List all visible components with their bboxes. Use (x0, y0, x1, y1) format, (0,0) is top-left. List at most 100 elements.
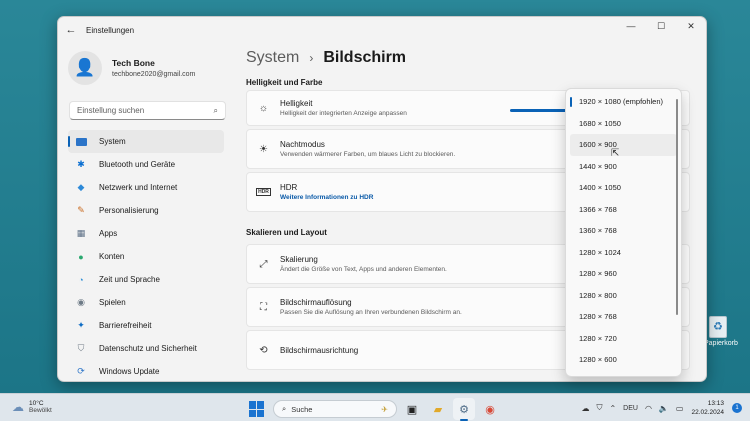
recycle-bin-icon: ♻ (709, 316, 727, 338)
sidebar-item-time-language[interactable]: ◔ Zeit und Sprache (68, 268, 224, 291)
sidebar-item-label: Datenschutz und Sicherheit (99, 344, 197, 353)
shield-icon: ⛉ (77, 343, 85, 353)
sun-icon: ☼ (258, 102, 269, 114)
orientation-icon: ⟲ (259, 344, 268, 356)
hdr-info-link[interactable]: Weitere Informationen zu HDR (280, 194, 373, 201)
card-brightness-subtitle: Helligkeit der integrierten Anzeige anpa… (280, 110, 407, 117)
resolution-option[interactable]: 1366 × 768 (570, 199, 677, 221)
profile-name: Tech Bone (112, 58, 155, 68)
card-hdr-title: HDR (280, 183, 298, 192)
sidebar-item-accounts[interactable]: ● Konten (68, 245, 224, 268)
window-controls: — ☐ ✕ (616, 17, 706, 35)
sidebar-item-accessibility[interactable]: ✦ Barrierefreiheit (68, 314, 224, 337)
mouse-cursor-icon: ⇱ (611, 148, 620, 159)
card-scaling-subtitle: Ändert die Größe von Text, Apps und ande… (280, 266, 447, 273)
night-light-icon: ☀ (259, 143, 268, 155)
resolution-option[interactable]: 1400 × 1050 (570, 177, 677, 199)
task-view-icon[interactable]: ▣ (401, 398, 423, 420)
notification-badge[interactable]: 1 (732, 403, 742, 413)
account-icon: ● (78, 251, 84, 262)
weather-desc: Bewölkt (29, 407, 52, 414)
maximize-button[interactable]: ☐ (646, 17, 676, 35)
language-indicator[interactable]: DEU (623, 405, 638, 412)
card-scaling-title: Skalierung (280, 255, 318, 264)
chevron-up-icon[interactable]: ⌃ (609, 404, 616, 413)
back-arrow-icon[interactable]: ← (58, 17, 84, 43)
bluetooth-icon: ✱ (77, 159, 85, 169)
taskbar: ☁ 10°C Bewölkt ⌕ Suche ✈ ▣ ▰ ⚙ ◉ ☁ ⛉ ⌃ D… (0, 393, 750, 421)
breadcrumb-parent[interactable]: System (246, 49, 299, 67)
chrome-icon[interactable]: ◉ (479, 398, 501, 420)
sidebar-item-apps[interactable]: ▦ Apps (68, 222, 224, 245)
onedrive-icon[interactable]: ☁ (581, 404, 589, 413)
sidebar: 👤 Tech Bone techbone2020@gmail.com Einst… (58, 43, 238, 381)
system-tray: ☁ ⛉ ⌃ DEU ◠ 🔈 ▭ 13:13 22.02.2024 1 (574, 399, 742, 417)
card-orientation-title: Bildschirmausrichtung (280, 345, 359, 355)
resolution-option[interactable]: 1360 × 768 (570, 220, 677, 242)
sidebar-item-gaming[interactable]: ◉ Spielen (68, 291, 224, 314)
card-resolution-title: Bildschirmauflösung (280, 298, 352, 307)
sidebar-item-bluetooth[interactable]: ✱ Bluetooth und Geräte (68, 153, 224, 176)
sidebar-item-label: Barrierefreiheit (99, 321, 152, 330)
close-button[interactable]: ✕ (676, 17, 706, 35)
system-icon (75, 137, 87, 146)
card-night-mode-title: Nachtmodus (280, 140, 325, 149)
title-bar: ← Einstellungen — ☐ ✕ (58, 17, 706, 43)
brightness-slider[interactable] (510, 109, 570, 112)
sidebar-item-label: Konten (99, 252, 125, 261)
search-input[interactable]: Einstellung suchen ⌕ (69, 101, 226, 120)
security-icon[interactable]: ⛉ (596, 403, 602, 413)
gamepad-icon: ◉ (77, 297, 85, 307)
wifi-icon[interactable]: ◠ (645, 404, 652, 413)
sidebar-item-label: Spielen (99, 298, 126, 307)
weather-widget[interactable]: ☁ 10°C Bewölkt (12, 400, 52, 414)
breadcrumb: System › Bildschirm (246, 49, 706, 67)
taskbar-apps: ⌕ Suche ✈ ▣ ▰ ⚙ ◉ (249, 398, 501, 421)
resolution-option[interactable]: 1280 × 720 (570, 328, 677, 350)
search-icon: ⌕ (213, 105, 218, 115)
sidebar-item-label: Bluetooth und Geräte (99, 160, 176, 169)
sidebar-item-windows-update[interactable]: ⟳ Windows Update (68, 360, 224, 381)
sidebar-item-privacy[interactable]: ⛉ Datenschutz und Sicherheit (68, 337, 224, 360)
clock-date: 22.02.2024 (691, 409, 724, 416)
sidebar-item-label: Netzwerk und Internet (99, 183, 178, 192)
hdr-icon: HDR (256, 188, 271, 196)
sidebar-item-network[interactable]: ◆ Netzwerk und Internet (68, 176, 224, 199)
resolution-option[interactable]: 1280 × 960 (570, 263, 677, 285)
sidebar-item-label: System (99, 137, 126, 146)
accessibility-icon: ✦ (77, 320, 85, 330)
sidebar-item-label: Windows Update (99, 367, 160, 376)
settings-app-icon[interactable]: ⚙ (453, 398, 475, 421)
scale-icon: ⤢ (259, 258, 268, 270)
resolution-option[interactable]: 1600 × 900 (570, 134, 677, 156)
clock[interactable]: 13:13 22.02.2024 (691, 399, 724, 417)
resolution-option[interactable]: 1280 × 768 (570, 306, 677, 328)
resolution-option[interactable]: 1440 × 900 (570, 156, 677, 178)
recycle-bin[interactable]: ♻ Papierkorb (704, 316, 738, 352)
volume-icon[interactable]: 🔈 (659, 404, 669, 413)
resolution-option[interactable]: 1280 × 800 (570, 285, 677, 307)
minimize-button[interactable]: — (616, 17, 646, 35)
card-resolution-subtitle: Passen Sie die Auflösung an Ihren verbun… (280, 309, 462, 316)
sidebar-item-label: Zeit und Sprache (99, 275, 160, 284)
battery-icon[interactable]: ▭ (676, 404, 684, 413)
apps-icon: ▦ (76, 228, 86, 238)
resolution-option[interactable]: 1680 × 1050 (570, 113, 677, 135)
start-button[interactable] (249, 401, 265, 417)
resolution-option[interactable]: 1280 × 600 (570, 349, 677, 371)
sidebar-item-system[interactable]: System (68, 130, 224, 153)
avatar-icon: 👤 (68, 51, 102, 85)
card-night-mode-subtitle: Verwenden wärmerer Farben, um blaues Lic… (280, 151, 456, 158)
resolution-option[interactable]: 1920 × 1080 (empfohlen) (570, 91, 677, 113)
sidebar-item-label: Personalisierung (99, 206, 159, 215)
resolution-option[interactable]: 1280 × 1024 (570, 242, 677, 264)
window-title: Einstellungen (86, 25, 135, 35)
file-explorer-icon[interactable]: ▰ (427, 398, 449, 420)
taskbar-search[interactable]: ⌕ Suche ✈ (273, 400, 397, 418)
sidebar-nav: System ✱ Bluetooth und Geräte ◆ Netzwerk… (58, 130, 238, 381)
resolution-dropdown-list[interactable]: 1920 × 1080 (empfohlen) 1680 × 1050 1600… (565, 88, 682, 377)
dropdown-scrollbar[interactable] (676, 99, 678, 315)
profile[interactable]: 👤 Tech Bone techbone2020@gmail.com (58, 43, 238, 85)
sidebar-item-personalization[interactable]: ✎ Personalisierung (68, 199, 224, 222)
update-icon: ⟳ (77, 366, 85, 376)
